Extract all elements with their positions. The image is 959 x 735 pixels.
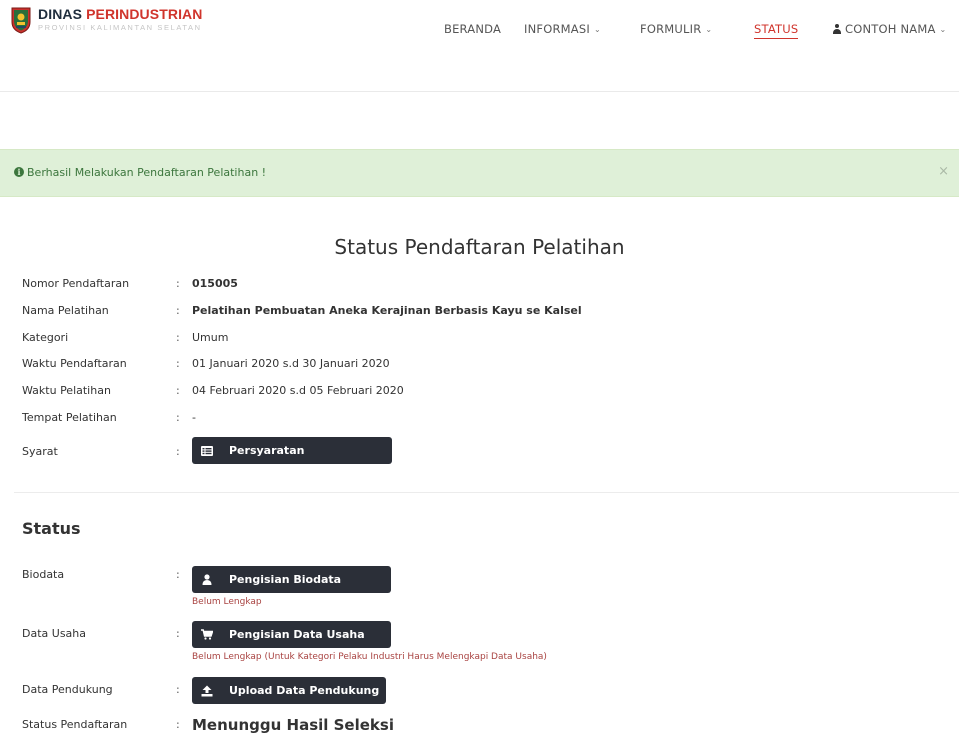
chevron-down-icon: ⌄ bbox=[593, 25, 601, 34]
brand-title: DINAS PERINDUSTRIAN bbox=[38, 6, 202, 22]
nav-item-formulir[interactable]: FORMULIR ⌄ bbox=[640, 21, 712, 39]
detail-label-tempat-pelatihan: Tempat Pelatihan bbox=[22, 411, 117, 424]
status-colon: : bbox=[176, 568, 180, 581]
status-section-title: Status bbox=[22, 519, 81, 538]
brand-title-part2: PERINDUSTRIAN bbox=[86, 6, 203, 22]
section-divider bbox=[14, 492, 959, 493]
nav-item-informasi[interactable]: INFORMASI ⌄ bbox=[524, 21, 601, 39]
user-icon bbox=[199, 572, 215, 588]
pengisian-data-usaha-button[interactable]: Pengisian Data Usaha bbox=[192, 621, 391, 648]
brand-title-part1: DINAS bbox=[38, 6, 87, 22]
status-label-biodata: Biodata bbox=[22, 568, 65, 581]
status-colon: : bbox=[176, 627, 180, 640]
alert-message: Berhasil Melakukan Pendaftaran Pelatihan… bbox=[27, 166, 267, 179]
detail-label-kategori: Kategori bbox=[22, 331, 69, 344]
detail-label-waktu-pelatihan: Waktu Pelatihan bbox=[22, 384, 111, 397]
pengisian-biodata-label: Pengisian Biodata bbox=[229, 573, 342, 586]
success-alert: i Berhasil Melakukan Pendaftaran Pelatiha… bbox=[0, 149, 959, 197]
nav-item-label: STATUS bbox=[754, 22, 799, 36]
upload-data-pendukung-label: Upload Data Pendukung bbox=[229, 684, 380, 697]
detail-label-waktu-pendaftaran: Waktu Pendaftaran bbox=[22, 357, 127, 370]
info-circle-icon: i bbox=[14, 167, 24, 177]
pengisian-biodata-button[interactable]: Pengisian Biodata bbox=[192, 566, 391, 593]
page-title: Status Pendaftaran Pelatihan bbox=[334, 235, 625, 259]
detail-value-nomor: 015005 bbox=[192, 277, 238, 290]
status-colon: : bbox=[176, 718, 180, 731]
chevron-down-icon: ⌄ bbox=[705, 25, 713, 34]
biodata-status-note: Belum Lengkap bbox=[192, 597, 262, 607]
nav-item-beranda[interactable]: BERANDA bbox=[444, 21, 501, 37]
detail-label-syarat: Syarat bbox=[22, 445, 58, 458]
nav-item-label: BERANDA bbox=[444, 22, 502, 36]
nav-item-label: FORMULIR bbox=[640, 22, 702, 36]
alert-close-button[interactable]: × bbox=[938, 165, 949, 179]
status-label-status-pendaftaran: Status Pendaftaran bbox=[22, 718, 128, 731]
pengisian-data-usaha-label: Pengisian Data Usaha bbox=[229, 628, 365, 641]
nav-item-label: INFORMASI bbox=[524, 22, 590, 36]
detail-value-waktu-pelatihan: 04 Februari 2020 s.d 05 Februari 2020 bbox=[192, 384, 404, 397]
upload-data-pendukung-button[interactable]: Upload Data Pendukung bbox=[192, 677, 386, 704]
status-colon: : bbox=[176, 683, 180, 696]
upload-icon bbox=[199, 683, 215, 699]
detail-value-tempat-pelatihan: - bbox=[192, 411, 196, 424]
detail-label-nomor: Nomor Pendaftaran bbox=[22, 277, 130, 290]
main-nav: BERANDA INFORMASI ⌄ FORMULIR ⌄ STATUS CONT… bbox=[0, 21, 959, 41]
detail-colon: : bbox=[176, 277, 180, 290]
persyaratan-button[interactable]: Persyaratan bbox=[192, 437, 392, 464]
detail-value-nama-pelatihan: Pelatihan Pembuatan Aneka Kerajinan Berb… bbox=[192, 304, 582, 317]
navbar: DINAS PERINDUSTRIAN PROVINSI KALIMANTAN … bbox=[0, 0, 959, 92]
nav-item-user-menu[interactable]: CONTOH NAMA ⌄ bbox=[832, 21, 946, 39]
chevron-down-icon: ⌄ bbox=[939, 25, 947, 34]
detail-label-nama-pelatihan: Nama Pelatihan bbox=[22, 304, 109, 317]
detail-colon: : bbox=[176, 445, 180, 458]
alert-message-wrap: i Berhasil Melakukan Pendaftaran Pelatiha… bbox=[14, 166, 266, 180]
detail-colon: : bbox=[176, 384, 180, 397]
registration-status-value: Menunggu Hasil Seleksi bbox=[192, 716, 394, 734]
cart-icon bbox=[199, 627, 215, 643]
status-label-data-pendukung: Data Pendukung bbox=[22, 683, 113, 696]
detail-value-kategori: Umum bbox=[192, 331, 229, 344]
user-icon bbox=[832, 24, 842, 34]
detail-colon: : bbox=[176, 331, 180, 344]
nav-item-status[interactable]: STATUS bbox=[754, 21, 799, 39]
persyaratan-button-label: Persyaratan bbox=[229, 444, 305, 457]
detail-colon: : bbox=[176, 304, 180, 317]
detail-colon: : bbox=[176, 411, 180, 424]
list-icon bbox=[199, 443, 215, 459]
nav-item-label: CONTOH NAMA bbox=[845, 22, 936, 36]
status-label-data-usaha: Data Usaha bbox=[22, 627, 86, 640]
detail-colon: : bbox=[176, 357, 180, 370]
data-usaha-status-note: Belum Lengkap (Untuk Kategori Pelaku Ind… bbox=[192, 652, 547, 662]
detail-value-waktu-pendaftaran: 01 Januari 2020 s.d 30 Januari 2020 bbox=[192, 357, 390, 370]
